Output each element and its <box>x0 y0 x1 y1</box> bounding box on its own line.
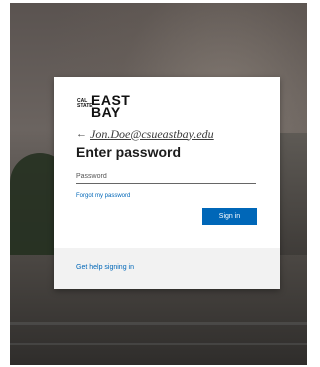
background-step <box>10 343 307 345</box>
account-row: ← Jon.Doe@csueastbay.edu <box>76 126 214 142</box>
logo-east-bay-text: EAST BAY <box>91 92 131 120</box>
get-help-link[interactable]: Get help signing in <box>76 264 134 271</box>
account-email[interactable]: Jon.Doe@csueastbay.edu <box>90 127 214 142</box>
page-title: Enter password <box>76 144 182 160</box>
password-input[interactable] <box>76 169 256 184</box>
forgot-password-link[interactable]: Forgot my password <box>76 193 130 199</box>
signin-card: CAL STATE EAST BAY ← Jon.Doe@csueastbay.ed… <box>54 77 280 289</box>
card-footer: Get help signing in <box>54 248 280 289</box>
csueb-logo: CAL STATE EAST BAY <box>77 92 137 120</box>
arrow-left-icon[interactable]: ← <box>76 128 90 140</box>
sign-in-button[interactable]: Sign in <box>202 208 257 225</box>
background-step <box>10 322 307 325</box>
